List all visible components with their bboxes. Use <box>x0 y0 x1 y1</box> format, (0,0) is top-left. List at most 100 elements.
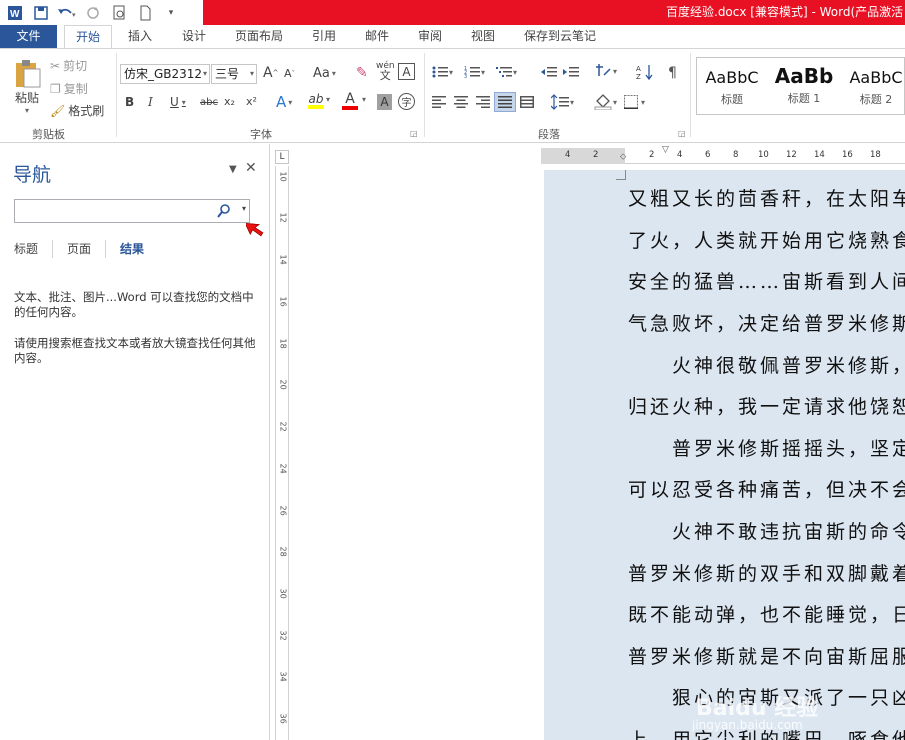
pane-options-icon[interactable]: ▼ <box>229 164 237 175</box>
style-heading-1[interactable]: AaBb 标题 1 <box>769 58 839 114</box>
nav-tab-headings[interactable]: 标题 <box>14 240 54 258</box>
highlight-dropdown-icon[interactable]: ▾ <box>326 95 330 104</box>
v-ruler-tick: 20 <box>278 379 288 390</box>
text-effects-button[interactable]: A ▾ <box>276 93 292 111</box>
align-right-button[interactable] <box>476 96 490 108</box>
h-ruler-tick: 12 <box>786 150 797 160</box>
cut-label: 剪切 <box>63 59 88 73</box>
paste-dropdown-icon[interactable]: ▾ <box>25 106 29 115</box>
redo-icon[interactable] <box>82 2 104 24</box>
tab-review[interactable]: 审阅 <box>410 25 450 48</box>
sort-button[interactable]: AZ <box>636 63 654 81</box>
style-title[interactable]: AaBbC 标题 <box>697 58 767 114</box>
font-color-dropdown-icon[interactable]: ▾ <box>362 95 366 104</box>
left-indent-marker[interactable]: ⬦ <box>620 152 626 162</box>
search-dropdown-icon[interactable]: ▾ <box>242 204 246 213</box>
subscript-button[interactable]: x₂ <box>224 95 235 108</box>
cut-button[interactable]: ✂ 剪切 <box>50 57 87 74</box>
document-line[interactable]: 归还火种，我一定请求他饶恕 <box>628 392 905 419</box>
tab-home[interactable]: 开始 <box>64 25 112 48</box>
line-spacing-button[interactable]: ▾ <box>551 94 574 110</box>
shading-button[interactable]: ▾ <box>594 94 617 110</box>
tab-references[interactable]: 引用 <box>304 25 344 48</box>
superscript-button[interactable]: x² <box>246 95 257 108</box>
character-border-button[interactable]: A <box>398 63 415 80</box>
document-line[interactable]: 普罗米修斯摇摇头，坚定 <box>628 434 905 461</box>
italic-button[interactable]: I <box>148 95 153 109</box>
tab-mailings[interactable]: 邮件 <box>357 25 397 48</box>
underline-button[interactable]: U ▾ <box>170 95 186 109</box>
shrink-font-button[interactable]: Aˇ <box>284 67 295 80</box>
new-doc-icon[interactable] <box>134 2 156 24</box>
font-name-select[interactable]: 仿宋_GB2312 ▾ <box>120 64 210 84</box>
clear-formatting-button[interactable]: ✎ <box>356 65 368 81</box>
sort-icon: AZ <box>636 65 653 81</box>
close-icon[interactable]: ✕ <box>245 160 257 176</box>
decrease-indent-icon <box>541 67 557 77</box>
borders-icon <box>624 95 638 109</box>
change-case-button[interactable]: Aa ▾ <box>313 66 336 81</box>
increase-indent-button[interactable] <box>563 65 579 79</box>
nav-tab-results[interactable]: 结果 <box>120 240 158 258</box>
increase-indent-icon <box>563 67 579 77</box>
grow-font-button[interactable]: A ^ <box>263 65 278 81</box>
navigation-tabs: 标题 页面 结果 <box>14 240 172 258</box>
highlight-color-button[interactable]: ab <box>308 93 324 109</box>
enclose-characters-button[interactable]: 字 <box>398 93 415 110</box>
first-line-indent-marker[interactable]: ▽ <box>662 145 669 155</box>
tab-view[interactable]: 视图 <box>463 25 503 48</box>
search-input[interactable] <box>17 202 213 220</box>
style-heading-2[interactable]: AaBbC 标题 2 <box>841 58 905 114</box>
nav-tab-pages[interactable]: 页面 <box>67 240 107 258</box>
align-center-button[interactable] <box>454 96 468 108</box>
numbering-button[interactable]: 123 ▾ <box>464 65 485 79</box>
paste-button[interactable]: 粘贴 ▾ <box>8 57 46 115</box>
font-color-button[interactable]: A <box>342 92 358 110</box>
save-icon[interactable] <box>30 2 52 24</box>
font-dialog-launcher-icon[interactable]: ◲ <box>410 129 418 138</box>
character-shading-button[interactable]: A <box>377 94 392 110</box>
document-line[interactable]: 普罗米修斯的双手和双脚戴着 <box>628 559 905 586</box>
undo-icon[interactable]: ▾ <box>56 2 78 24</box>
document-line[interactable]: 了火，人类就开始用它烧熟食 <box>628 226 905 253</box>
document-line[interactable]: 普罗米修斯就是不向宙斯屈服 <box>628 642 905 669</box>
document-line[interactable]: 可以忍受各种痛苦，但决不会 <box>628 475 905 502</box>
bold-button[interactable]: B <box>125 95 134 109</box>
paragraph-dialog-launcher-icon[interactable]: ◲ <box>678 129 686 138</box>
document-line[interactable]: 安全的猛兽……宙斯看到人间 <box>628 267 905 294</box>
distributed-button[interactable] <box>520 96 534 108</box>
v-ruler-tick: 30 <box>278 588 288 599</box>
show-marks-button[interactable]: ¶ <box>668 65 677 81</box>
print-preview-icon[interactable] <box>108 2 130 24</box>
customize-icon[interactable]: ▾ <box>160 2 182 24</box>
phonetic-guide-button[interactable]: wén 文 <box>376 61 395 81</box>
tab-page-layout[interactable]: 页面布局 <box>228 25 290 48</box>
document-line[interactable]: 又粗又长的茴香秆，在太阳车 <box>628 184 905 211</box>
tab-design[interactable]: 设计 <box>174 25 214 48</box>
tab-save-to-cloud-notes[interactable]: 保存到云笔记 <box>518 25 602 48</box>
decrease-indent-button[interactable] <box>541 65 557 79</box>
tab-insert[interactable]: 插入 <box>120 25 160 48</box>
word-logo-icon[interactable]: W <box>4 2 26 24</box>
justify-button[interactable] <box>494 92 516 112</box>
magnifier-icon[interactable] <box>217 203 231 219</box>
chinese-layout-icon <box>596 64 611 76</box>
strikethrough-button[interactable]: abc <box>200 97 218 108</box>
document-line[interactable]: 火神很敬佩普罗米修斯， <box>628 351 905 378</box>
font-size-select[interactable]: 三号 ▾ <box>211 64 257 84</box>
format-painter-button[interactable]: 🖌 格式刷 <box>50 102 104 119</box>
tab-selector[interactable]: L <box>275 150 289 164</box>
document-line[interactable]: 火神不敢违抗宙斯的命令 <box>628 517 905 544</box>
align-left-button[interactable] <box>432 96 446 108</box>
multilevel-list-button[interactable]: ▾ <box>496 65 517 79</box>
style-title-name: 标题 <box>721 93 743 106</box>
distributed-icon <box>520 96 534 108</box>
bullets-button[interactable]: ▾ <box>432 65 453 79</box>
quick-access-toolbar: W ▾ ▾ <box>0 0 200 25</box>
document-line[interactable]: 气急败坏，决定给普罗米修斯 <box>628 309 905 336</box>
document-line[interactable]: 既不能动弹，也不能睡觉，日 <box>628 600 905 627</box>
borders-button[interactable]: ▾ <box>624 95 645 109</box>
tab-file[interactable]: 文件 <box>0 25 57 48</box>
chinese-layout-button[interactable]: ▾ <box>594 63 617 79</box>
copy-button[interactable]: ❐ 复制 <box>50 80 88 97</box>
